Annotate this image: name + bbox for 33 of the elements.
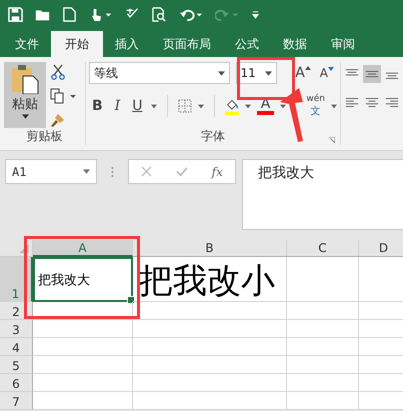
row-header[interactable]: 4 — [0, 338, 33, 356]
phonetic-button[interactable]: wén 文 — [306, 94, 325, 118]
ribbon-tab[interactable]: 数据 — [271, 31, 319, 57]
row-header[interactable]: 7 — [0, 392, 33, 410]
formula-input[interactable]: 把我改大 — [242, 159, 403, 230]
shrink-font-button[interactable]: A — [316, 66, 337, 80]
ribbon-tab[interactable]: 插入 — [103, 31, 151, 57]
font-name-field[interactable]: 等线 — [89, 62, 230, 84]
row-header[interactable]: 1 — [0, 257, 33, 302]
grow-font-button[interactable]: A — [292, 65, 314, 81]
ribbon-tab[interactable]: 公式 — [223, 31, 271, 57]
ribbon-tab[interactable]: 开始 — [51, 31, 103, 57]
column-header[interactable]: A — [33, 240, 133, 257]
row-header[interactable]: 5 — [0, 356, 33, 374]
name-box[interactable]: A1 — [5, 159, 97, 184]
group-label: 字体 — [201, 128, 225, 145]
table-cell[interactable]: 把我改小 — [133, 257, 287, 302]
ribbon-tab[interactable]: 审阅 — [319, 31, 367, 57]
italic-button[interactable]: I — [112, 98, 124, 114]
paste-button[interactable]: 粘贴 — [4, 62, 46, 128]
row-header[interactable]: 3 — [0, 320, 33, 338]
font-size-field[interactable]: 11 — [236, 62, 278, 84]
row-header[interactable]: 6 — [0, 374, 33, 392]
underline-button[interactable]: U — [129, 98, 146, 114]
ribbon-tab[interactable]: 页面布局 — [151, 31, 223, 57]
ribbon-tab[interactable]: 文件 — [3, 31, 51, 57]
group-label: 剪贴板 — [26, 128, 64, 145]
bold-button[interactable]: B — [89, 98, 106, 114]
column-header[interactable]: B — [133, 240, 287, 257]
column-header[interactable]: D — [359, 240, 403, 257]
column-header[interactable]: C — [287, 240, 359, 257]
insert-function-button[interactable]: fx — [212, 164, 223, 178]
table-cell[interactable]: 把我改大 — [33, 257, 133, 302]
